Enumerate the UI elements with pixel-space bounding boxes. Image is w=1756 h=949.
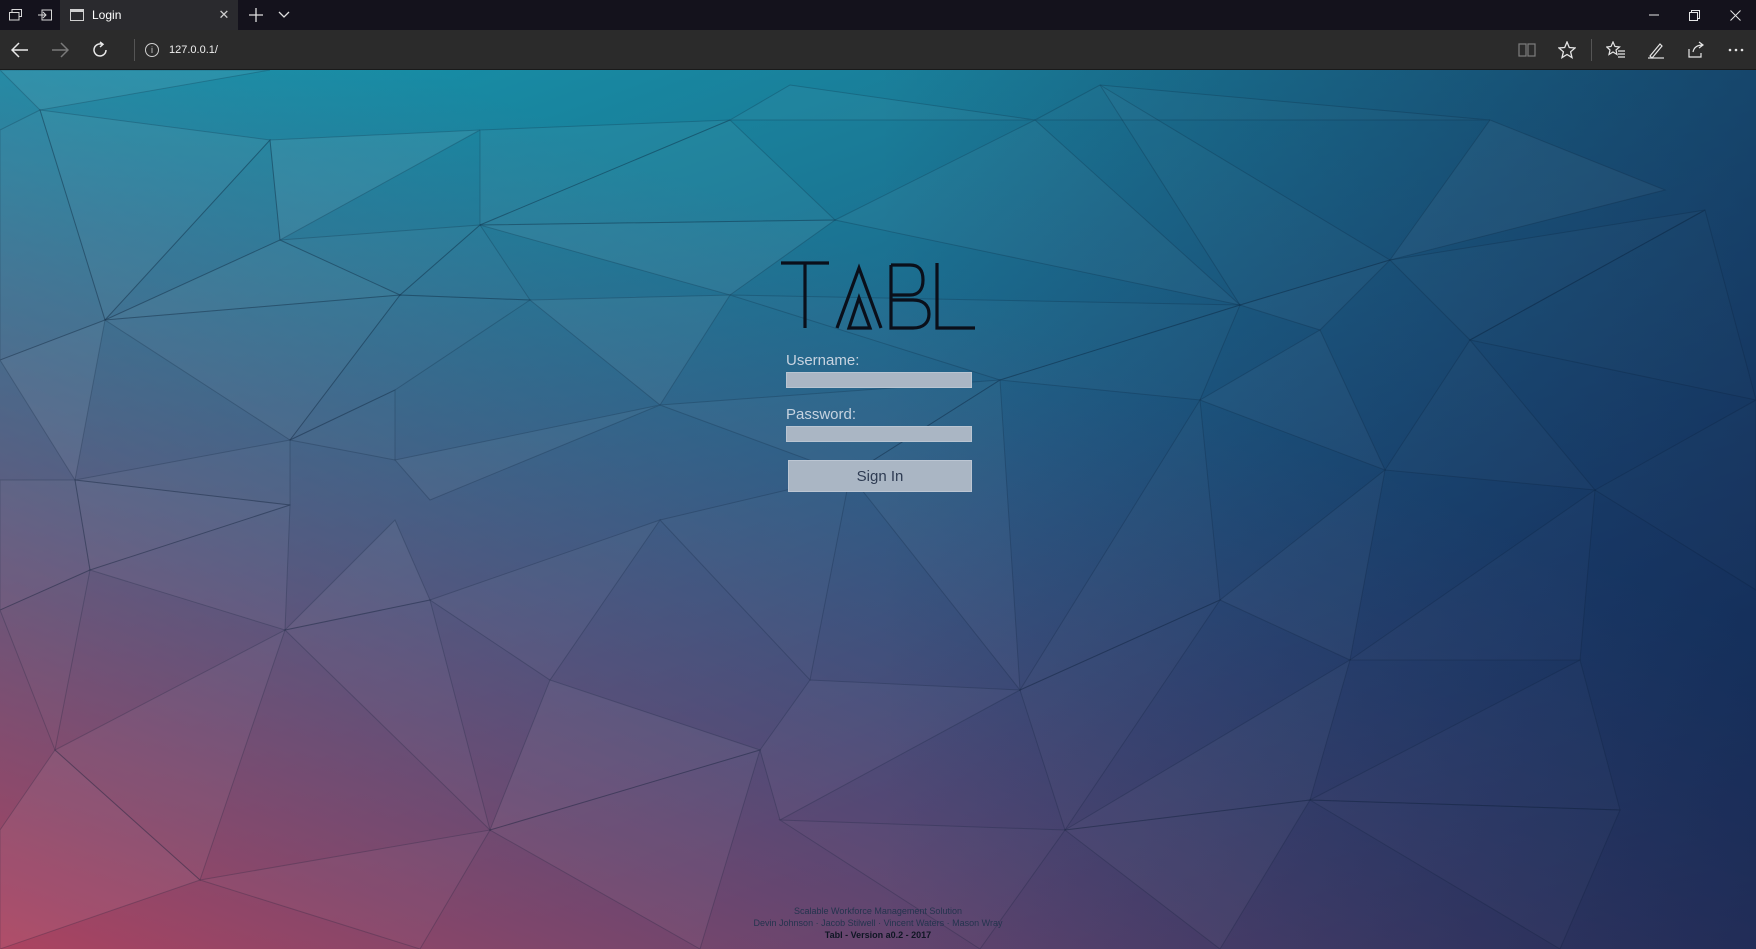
close-window-icon[interactable] bbox=[1715, 0, 1756, 30]
toolbar-divider bbox=[1591, 38, 1592, 61]
login-page: Username: Password: Sign In Scalable Wor… bbox=[0, 70, 1756, 949]
close-icon[interactable]: ✕ bbox=[216, 7, 232, 23]
footer-version: Tabl - Version a0.2 - 2017 bbox=[824, 930, 932, 940]
forward-button[interactable] bbox=[40, 30, 80, 70]
info-icon[interactable]: i bbox=[145, 42, 159, 57]
username-label: Username: bbox=[786, 352, 860, 369]
title-bar: Login ✕ bbox=[0, 0, 1756, 30]
sign-in-button[interactable]: Sign In bbox=[788, 460, 972, 492]
show-aside-icon[interactable] bbox=[30, 0, 60, 30]
minimize-icon[interactable] bbox=[1633, 0, 1674, 30]
favorite-star-button[interactable] bbox=[1547, 30, 1587, 70]
toolbar-divider bbox=[134, 38, 135, 61]
browser-toolbar: i 127.0.0.1/ bbox=[0, 30, 1756, 70]
restore-icon[interactable] bbox=[1674, 0, 1715, 30]
footer-authors: Devin Johnson · Jacob Stilwell · Vincent… bbox=[753, 918, 1003, 928]
polygon-background bbox=[0, 70, 1756, 949]
reading-view-button[interactable] bbox=[1507, 30, 1547, 70]
tabl-logo-mark bbox=[781, 261, 975, 330]
refresh-button[interactable] bbox=[80, 30, 120, 70]
tab-login[interactable]: Login ✕ bbox=[60, 0, 238, 30]
tabs-aside-icon[interactable] bbox=[0, 0, 30, 30]
web-note-button[interactable] bbox=[1636, 30, 1676, 70]
back-button[interactable] bbox=[0, 30, 40, 70]
username-input[interactable] bbox=[786, 372, 972, 388]
more-button[interactable] bbox=[1716, 30, 1756, 70]
tab-title: Login bbox=[92, 8, 122, 22]
footer-tagline: Scalable Workforce Management Solution bbox=[794, 906, 962, 916]
plus-icon[interactable] bbox=[242, 0, 270, 30]
favorites-hub-button[interactable] bbox=[1596, 30, 1636, 70]
page-icon bbox=[70, 9, 84, 21]
chevron-down-icon[interactable] bbox=[270, 0, 298, 30]
address-bar[interactable]: 127.0.0.1/ bbox=[169, 44, 218, 56]
login-form: Username: Password: Sign In bbox=[786, 352, 976, 492]
page-footer: Scalable Workforce Management Solution D… bbox=[0, 905, 1756, 941]
share-button[interactable] bbox=[1676, 30, 1716, 70]
password-label: Password: bbox=[786, 406, 857, 423]
tabl-logo bbox=[779, 260, 979, 332]
password-input[interactable] bbox=[786, 426, 972, 442]
